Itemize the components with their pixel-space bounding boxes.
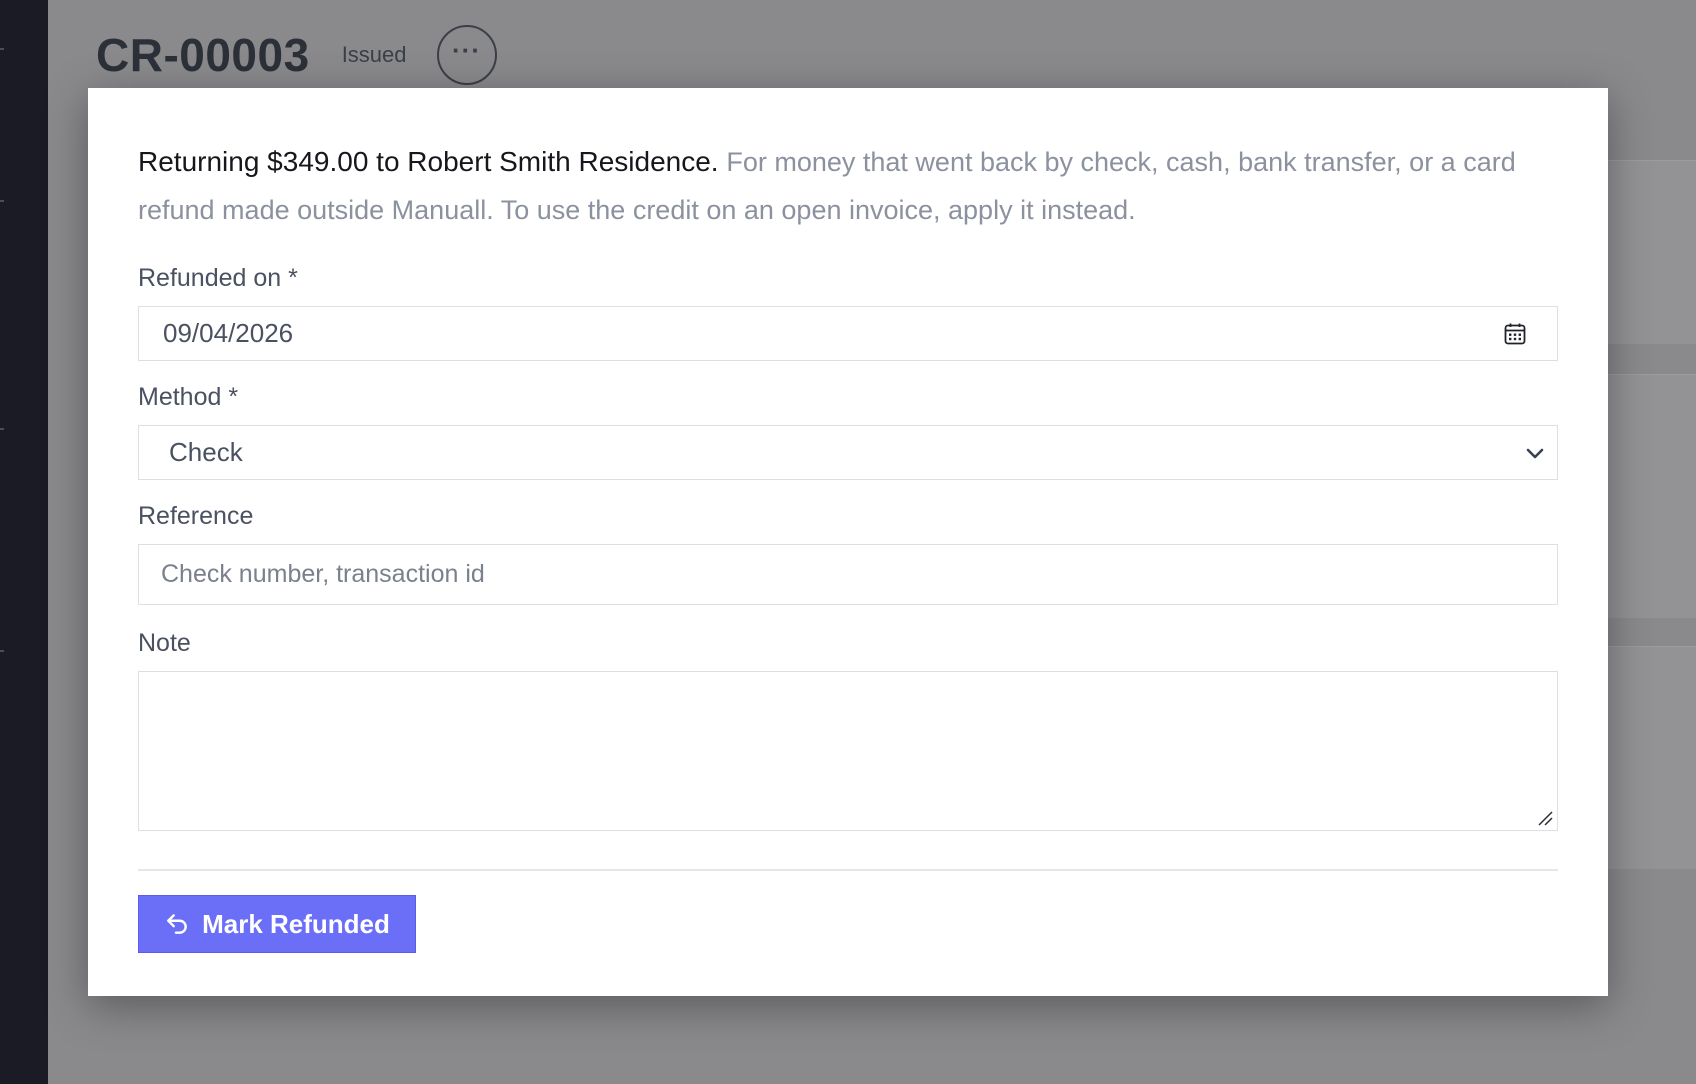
method-select[interactable]: Check	[138, 425, 1558, 480]
background-card	[1596, 374, 1696, 618]
refunded-on-field[interactable]: 09/04/2026	[138, 306, 1558, 361]
reference-label: Reference	[138, 502, 254, 530]
page-title: CR-00003	[96, 29, 310, 81]
sidebar-marker	[0, 200, 4, 202]
note-textarea[interactable]	[139, 672, 1561, 834]
sidebar-marker	[0, 48, 4, 50]
mark-refunded-label: Mark Refunded	[202, 908, 390, 939]
background-card	[1596, 160, 1696, 344]
app-sidebar	[0, 0, 48, 1084]
reference-input[interactable]	[139, 544, 1557, 605]
ellipsis-icon: ···	[452, 34, 481, 65]
note-label: Note	[138, 629, 191, 657]
sidebar-marker	[0, 428, 4, 430]
refund-modal: Returning $349.00 to Robert Smith Reside…	[88, 88, 1608, 996]
method-label: Method *	[138, 383, 239, 411]
undo-arrow-icon	[167, 914, 187, 934]
mark-refunded-button[interactable]: Mark Refunded	[138, 895, 416, 953]
footer-divider	[138, 869, 1558, 871]
intro-heading: Returning $349.00 to Robert Smith Reside…	[138, 146, 719, 177]
calendar-icon[interactable]	[1503, 322, 1527, 346]
refunded-on-label: Refunded on *	[138, 264, 298, 292]
reference-field-wrapper	[138, 544, 1558, 605]
method-selected-value[interactable]: Check	[139, 437, 1523, 468]
more-actions-button[interactable]: ···	[436, 25, 497, 85]
note-field-wrapper	[138, 671, 1561, 834]
status-badge: Issued	[341, 42, 407, 67]
sidebar-marker	[0, 650, 4, 652]
chevron-down-icon[interactable]	[1523, 441, 1547, 465]
modal-intro: Returning $349.00 to Robert Smith Reside…	[138, 138, 1558, 234]
page-header: CR-00003 Issued ···	[96, 22, 497, 88]
refunded-on-value[interactable]: 09/04/2026	[139, 318, 1503, 349]
resize-handle-icon[interactable]	[1537, 810, 1553, 826]
background-card	[1596, 646, 1696, 869]
